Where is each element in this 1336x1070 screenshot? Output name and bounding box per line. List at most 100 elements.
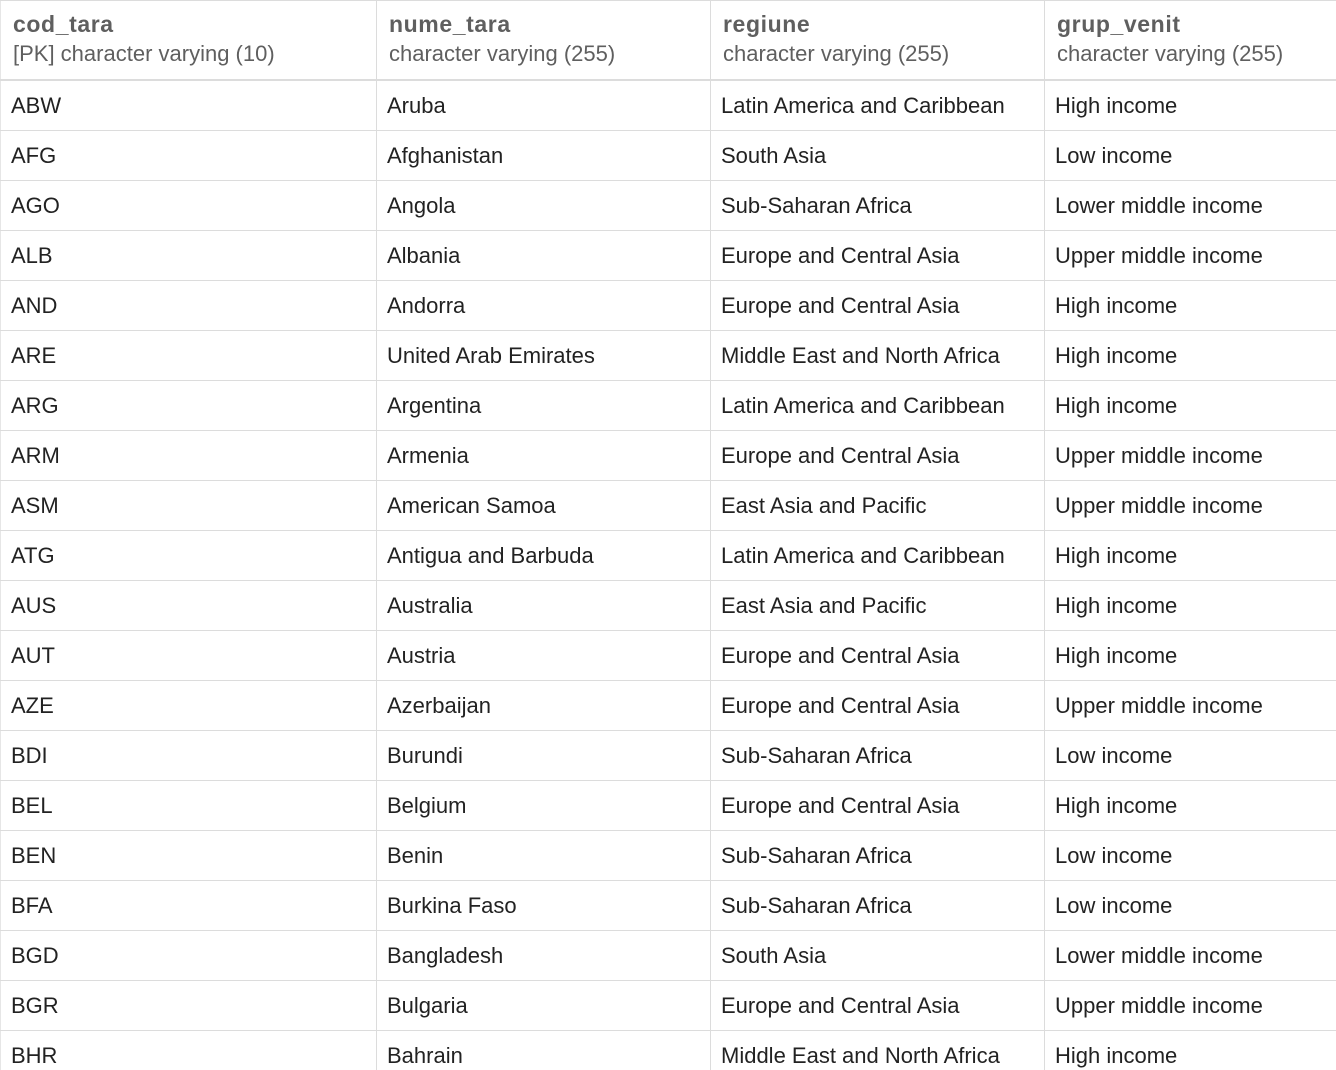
cell-regiune[interactable]: South Asia <box>710 130 1045 181</box>
cell-nume-tara[interactable]: Angola <box>376 180 711 231</box>
cell-grup-venit[interactable]: Upper middle income <box>1044 430 1336 481</box>
cell-regiune[interactable]: Europe and Central Asia <box>710 980 1045 1031</box>
cell-grup-venit[interactable]: Upper middle income <box>1044 980 1336 1031</box>
table-row[interactable]: ARG Argentina Latin America and Caribbea… <box>0 380 1336 431</box>
table-row[interactable]: AUS Australia East Asia and Pacific High… <box>0 580 1336 631</box>
cell-grup-venit[interactable]: High income <box>1044 580 1336 631</box>
cell-cod-tara[interactable]: BEL <box>0 780 377 831</box>
table-row[interactable]: ATG Antigua and Barbuda Latin America an… <box>0 530 1336 581</box>
table-row[interactable]: ASM American Samoa East Asia and Pacific… <box>0 480 1336 531</box>
cell-regiune[interactable]: Sub-Saharan Africa <box>710 180 1045 231</box>
cell-regiune[interactable]: Latin America and Caribbean <box>710 79 1045 131</box>
column-header-nume-tara[interactable]: nume_tara character varying (255) <box>376 0 711 81</box>
cell-regiune[interactable]: East Asia and Pacific <box>710 580 1045 631</box>
table-row[interactable]: BEL Belgium Europe and Central Asia High… <box>0 780 1336 831</box>
cell-regiune[interactable]: Latin America and Caribbean <box>710 530 1045 581</box>
table-row[interactable]: AGO Angola Sub-Saharan Africa Lower midd… <box>0 180 1336 231</box>
cell-cod-tara[interactable]: BDI <box>0 730 377 781</box>
cell-nume-tara[interactable]: Afghanistan <box>376 130 711 181</box>
cell-nume-tara[interactable]: American Samoa <box>376 480 711 531</box>
cell-grup-venit[interactable]: Upper middle income <box>1044 230 1336 281</box>
table-row[interactable]: ARE United Arab Emirates Middle East and… <box>0 330 1336 381</box>
cell-cod-tara[interactable]: BHR <box>0 1030 377 1070</box>
cell-cod-tara[interactable]: AZE <box>0 680 377 731</box>
cell-grup-venit[interactable]: High income <box>1044 530 1336 581</box>
cell-grup-venit[interactable]: Lower middle income <box>1044 180 1336 231</box>
cell-cod-tara[interactable]: BGD <box>0 930 377 981</box>
column-header-regiune[interactable]: regiune character varying (255) <box>710 0 1045 81</box>
cell-cod-tara[interactable]: ARM <box>0 430 377 481</box>
cell-nume-tara[interactable]: Azerbaijan <box>376 680 711 731</box>
cell-nume-tara[interactable]: Argentina <box>376 380 711 431</box>
table-row[interactable]: BHR Bahrain Middle East and North Africa… <box>0 1030 1336 1070</box>
cell-nume-tara[interactable]: Aruba <box>376 79 711 131</box>
cell-cod-tara[interactable]: BFA <box>0 880 377 931</box>
cell-cod-tara[interactable]: AND <box>0 280 377 331</box>
cell-regiune[interactable]: Sub-Saharan Africa <box>710 830 1045 881</box>
cell-regiune[interactable]: Middle East and North Africa <box>710 330 1045 381</box>
cell-regiune[interactable]: Sub-Saharan Africa <box>710 880 1045 931</box>
cell-nume-tara[interactable]: Belgium <box>376 780 711 831</box>
cell-regiune[interactable]: Europe and Central Asia <box>710 280 1045 331</box>
cell-nume-tara[interactable]: Burundi <box>376 730 711 781</box>
cell-cod-tara[interactable]: AGO <box>0 180 377 231</box>
cell-nume-tara[interactable]: Armenia <box>376 430 711 481</box>
cell-regiune[interactable]: Europe and Central Asia <box>710 630 1045 681</box>
cell-regiune[interactable]: Europe and Central Asia <box>710 680 1045 731</box>
table-row[interactable]: AFG Afghanistan South Asia Low income <box>0 130 1336 181</box>
cell-nume-tara[interactable]: Australia <box>376 580 711 631</box>
cell-cod-tara[interactable]: BGR <box>0 980 377 1031</box>
cell-grup-venit[interactable]: Low income <box>1044 130 1336 181</box>
cell-regiune[interactable]: Middle East and North Africa <box>710 1030 1045 1070</box>
cell-cod-tara[interactable]: ALB <box>0 230 377 281</box>
cell-nume-tara[interactable]: Austria <box>376 630 711 681</box>
cell-regiune[interactable]: Europe and Central Asia <box>710 430 1045 481</box>
cell-grup-venit[interactable]: High income <box>1044 630 1336 681</box>
cell-regiune[interactable]: East Asia and Pacific <box>710 480 1045 531</box>
cell-grup-venit[interactable]: Low income <box>1044 730 1336 781</box>
table-row[interactable]: BGD Bangladesh South Asia Lower middle i… <box>0 930 1336 981</box>
cell-nume-tara[interactable]: Benin <box>376 830 711 881</box>
cell-cod-tara[interactable]: ARG <box>0 380 377 431</box>
cell-nume-tara[interactable]: Antigua and Barbuda <box>376 530 711 581</box>
cell-grup-venit[interactable]: High income <box>1044 1030 1336 1070</box>
cell-nume-tara[interactable]: Bangladesh <box>376 930 711 981</box>
cell-grup-venit[interactable]: Upper middle income <box>1044 680 1336 731</box>
cell-grup-venit[interactable]: Low income <box>1044 830 1336 881</box>
column-header-grup-venit[interactable]: grup_venit character varying (255) <box>1044 0 1336 81</box>
table-row[interactable]: BFA Burkina Faso Sub-Saharan Africa Low … <box>0 880 1336 931</box>
cell-regiune[interactable]: Latin America and Caribbean <box>710 380 1045 431</box>
table-row[interactable]: ABW Aruba Latin America and Caribbean Hi… <box>0 79 1336 131</box>
cell-cod-tara[interactable]: ASM <box>0 480 377 531</box>
cell-grup-venit[interactable]: High income <box>1044 79 1336 131</box>
cell-cod-tara[interactable]: ABW <box>0 79 377 131</box>
table-row[interactable]: BDI Burundi Sub-Saharan Africa Low incom… <box>0 730 1336 781</box>
cell-nume-tara[interactable]: United Arab Emirates <box>376 330 711 381</box>
cell-grup-venit[interactable]: High income <box>1044 780 1336 831</box>
cell-cod-tara[interactable]: ATG <box>0 530 377 581</box>
cell-grup-venit[interactable]: Upper middle income <box>1044 480 1336 531</box>
table-row[interactable]: ALB Albania Europe and Central Asia Uppe… <box>0 230 1336 281</box>
cell-cod-tara[interactable]: BEN <box>0 830 377 881</box>
cell-grup-venit[interactable]: High income <box>1044 330 1336 381</box>
cell-regiune[interactable]: Europe and Central Asia <box>710 230 1045 281</box>
cell-cod-tara[interactable]: ARE <box>0 330 377 381</box>
cell-regiune[interactable]: South Asia <box>710 930 1045 981</box>
table-row[interactable]: AND Andorra Europe and Central Asia High… <box>0 280 1336 331</box>
cell-cod-tara[interactable]: AUT <box>0 630 377 681</box>
cell-regiune[interactable]: Europe and Central Asia <box>710 780 1045 831</box>
cell-regiune[interactable]: Sub-Saharan Africa <box>710 730 1045 781</box>
cell-nume-tara[interactable]: Bulgaria <box>376 980 711 1031</box>
cell-nume-tara[interactable]: Burkina Faso <box>376 880 711 931</box>
table-row[interactable]: AZE Azerbaijan Europe and Central Asia U… <box>0 680 1336 731</box>
column-header-cod-tara[interactable]: cod_tara [PK] character varying (10) <box>0 0 377 81</box>
cell-nume-tara[interactable]: Bahrain <box>376 1030 711 1070</box>
table-row[interactable]: ARM Armenia Europe and Central Asia Uppe… <box>0 430 1336 481</box>
cell-cod-tara[interactable]: AUS <box>0 580 377 631</box>
table-row[interactable]: AUT Austria Europe and Central Asia High… <box>0 630 1336 681</box>
cell-grup-venit[interactable]: High income <box>1044 280 1336 331</box>
table-row[interactable]: BEN Benin Sub-Saharan Africa Low income <box>0 830 1336 881</box>
table-row[interactable]: BGR Bulgaria Europe and Central Asia Upp… <box>0 980 1336 1031</box>
cell-cod-tara[interactable]: AFG <box>0 130 377 181</box>
cell-nume-tara[interactable]: Andorra <box>376 280 711 331</box>
